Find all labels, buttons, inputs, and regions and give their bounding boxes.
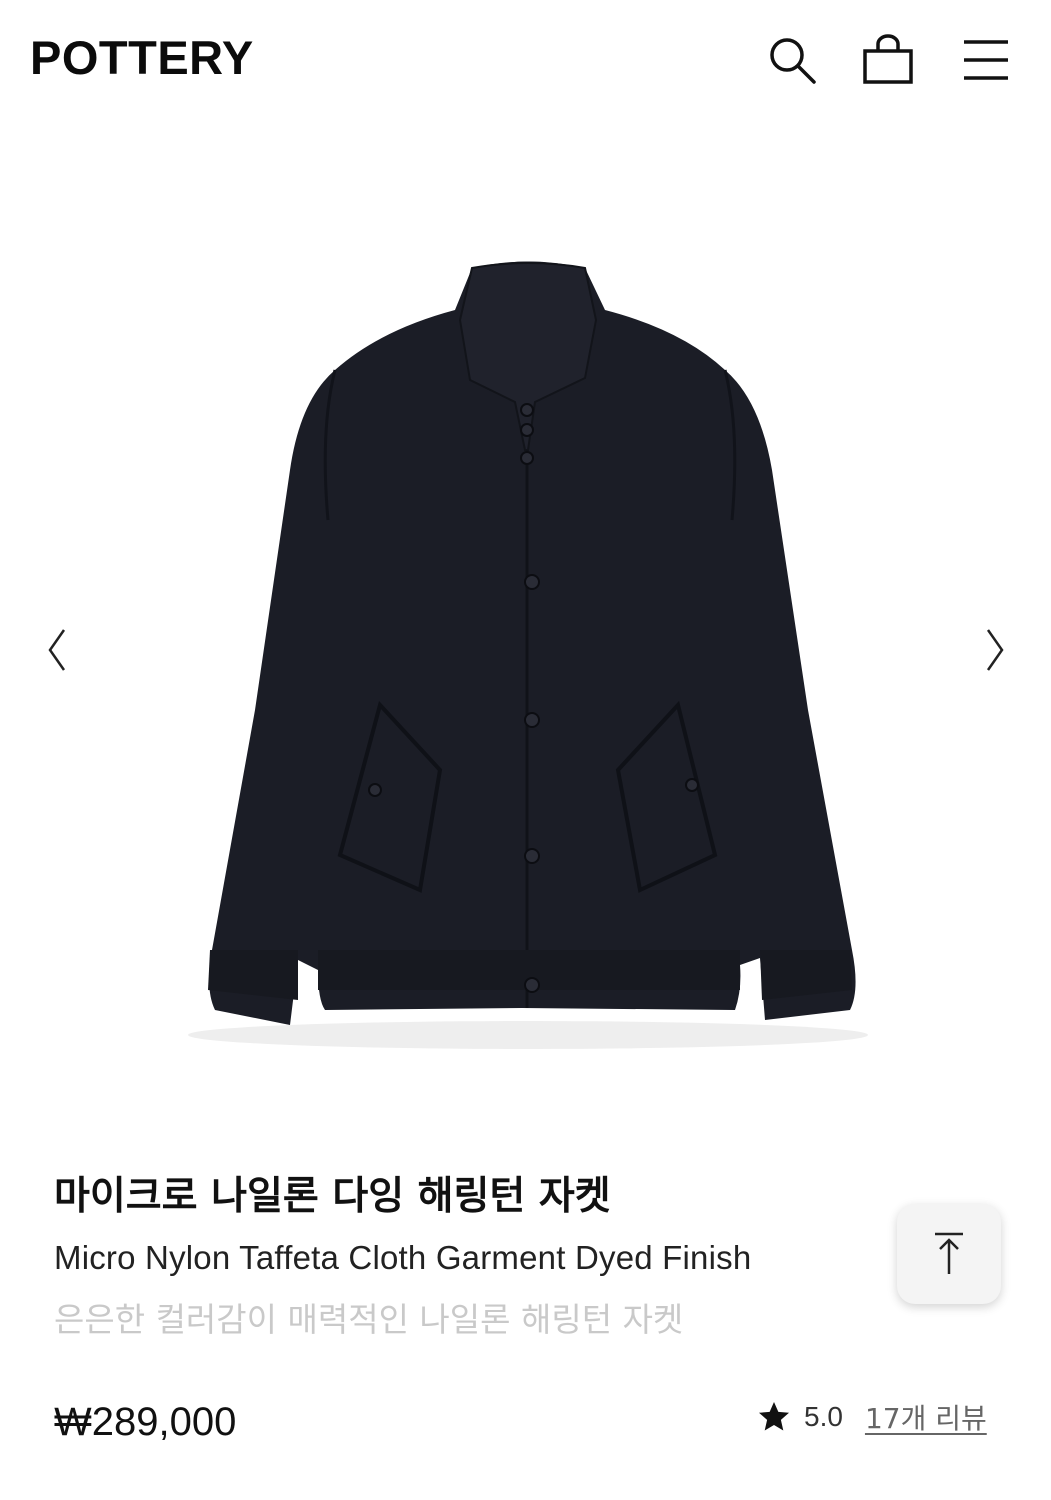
scroll-to-top-button[interactable] [897,1204,1001,1304]
product-image-gallery[interactable] [0,130,1051,1150]
reviews-link[interactable]: 17개 리뷰 [865,1397,987,1437]
shopping-bag-icon [863,34,913,84]
prev-image-button[interactable] [36,620,76,680]
product-price: ₩289,000 [54,1400,237,1444]
menu-button[interactable] [960,34,1012,86]
next-image-button[interactable] [976,620,1016,680]
product-description: 은은한 컬러감이 매력적인 나일론 해링턴 자켓 [54,1300,684,1339]
product-name-english: Micro Nylon Taffeta Cloth Garment Dyed F… [54,1239,752,1276]
cart-button[interactable] [862,34,914,86]
search-button[interactable] [766,34,818,86]
brand-logo[interactable]: POTTERY [30,34,254,81]
product-name-korean: 마이크로 나일론 다잉 해링턴 자켓 [54,1174,611,1219]
rating-summary: 5.0 17개 리뷰 [756,1397,987,1437]
chevron-right-icon [986,629,1004,671]
product-image [188,261,868,1049]
app-header: POTTERY [0,0,1051,120]
chevron-left-icon [48,629,66,671]
star-icon [756,1399,792,1435]
arrow-up-to-top-icon [935,1232,963,1274]
hamburger-menu-icon [964,40,1008,80]
search-icon [770,38,816,84]
rating-score: 5.0 [804,1401,843,1432]
